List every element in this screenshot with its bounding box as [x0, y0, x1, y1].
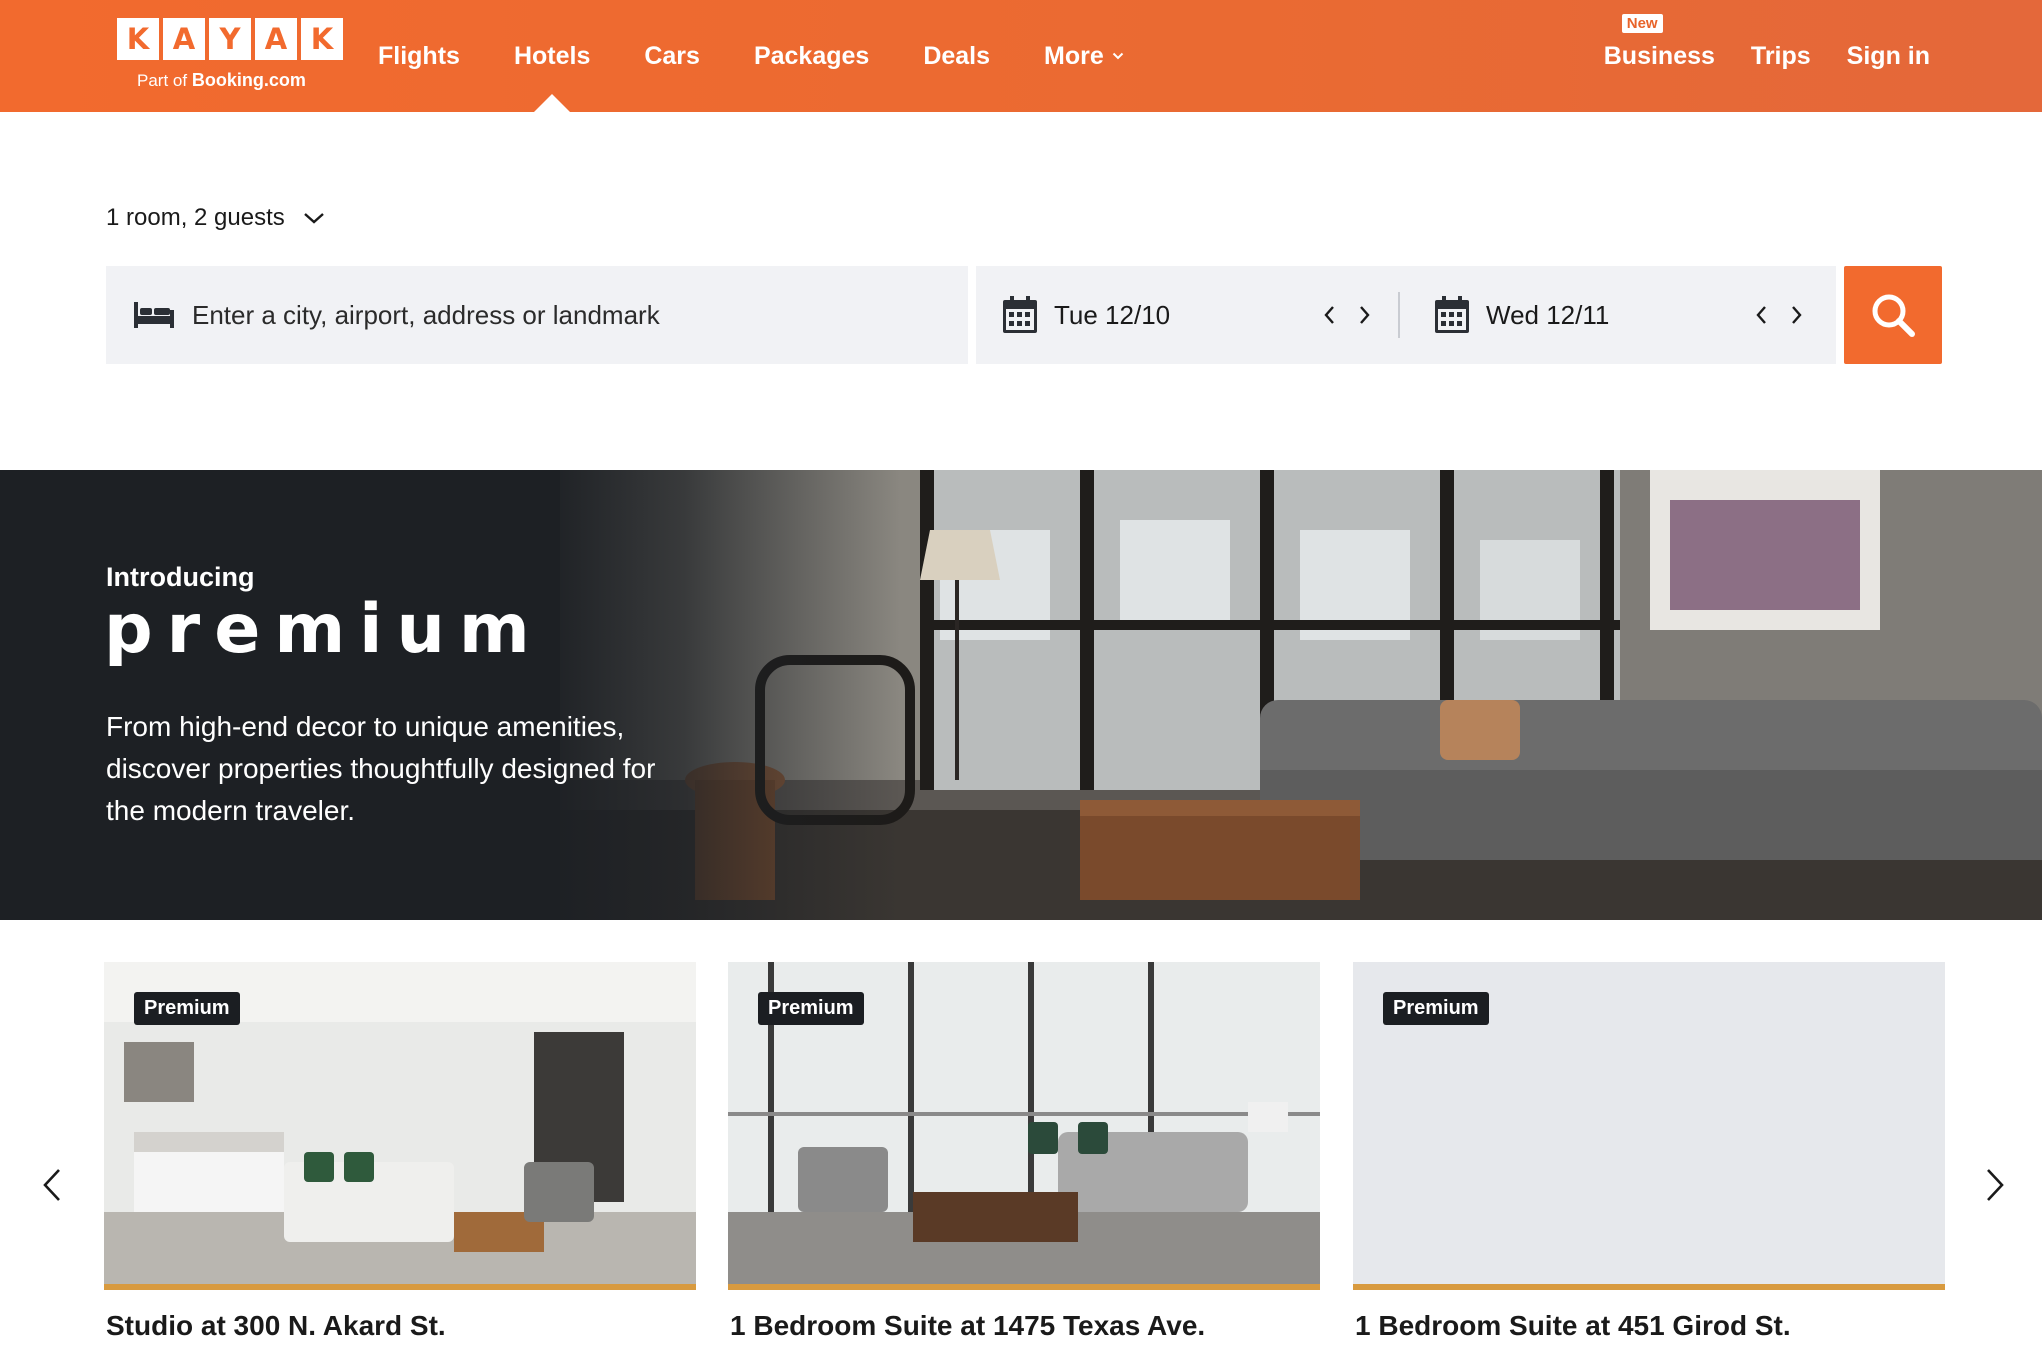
nav-cars[interactable]: Cars [644, 0, 700, 112]
nav-hotels[interactable]: Hotels [514, 0, 590, 112]
nav-sign-in-label: Sign in [1846, 41, 1930, 70]
nav-flights-label: Flights [378, 41, 460, 70]
chevron-left-icon [1756, 306, 1766, 324]
check-in-prev-button[interactable] [1320, 302, 1338, 328]
guests-label: 1 room, 2 guests [106, 204, 285, 231]
hero-title: premium [104, 590, 544, 669]
nav-more-label: More [1044, 41, 1104, 70]
check-in-next-button[interactable] [1356, 302, 1374, 328]
premium-hero-banner[interactable]: Introducing premium From high-end decor … [0, 470, 2042, 920]
calendar-icon [1435, 296, 1469, 333]
kayak-logo[interactable]: K A Y A K Part of Booking.com [117, 18, 344, 96]
destination-placeholder: Enter a city, airport, address or landma… [192, 299, 660, 330]
check-in-field[interactable]: Tue 12/10 [1002, 266, 1170, 364]
property-image: Premium [728, 962, 1320, 1284]
property-image: Premium [104, 962, 696, 1284]
logo-letter: K [117, 18, 159, 60]
chevron-down-icon [303, 213, 324, 224]
chevron-right-icon [1987, 1169, 2004, 1201]
logo-sub-prefix: Part of [137, 71, 188, 90]
check-in-arrows [1320, 302, 1374, 328]
premium-badge: Premium [758, 992, 864, 1025]
nav-cars-label: Cars [644, 41, 700, 70]
hero-intro: Introducing [106, 562, 255, 592]
guests-selector[interactable]: 1 room, 2 guests [106, 204, 325, 232]
nav-packages-label: Packages [753, 41, 870, 70]
nav-business-label: Business [1603, 41, 1715, 70]
nav-trips-label: Trips [1750, 41, 1811, 70]
nav-right: New Business Trips Sign in [1604, 0, 1930, 112]
hero-gradient [540, 470, 900, 920]
new-badge: New [1621, 14, 1663, 33]
top-header: K A Y A K Part of Booking.com Flights Ho… [0, 0, 2042, 112]
card-accent-bar [728, 1284, 1320, 1290]
logo-letter: K [301, 18, 343, 60]
main-nav: Flights Hotels Cars Packages Deals More [378, 0, 1178, 112]
nav-deals-label: Deals [923, 41, 991, 70]
property-image-placeholder: Premium [1353, 962, 1945, 1284]
premium-badge: Premium [1383, 992, 1489, 1025]
nav-trips[interactable]: Trips [1751, 0, 1811, 112]
chevron-right-icon [1360, 306, 1370, 324]
card-accent-bar [1353, 1284, 1945, 1290]
logo-sub-brand: Booking.com [191, 70, 306, 90]
nav-sign-in[interactable]: Sign in [1847, 0, 1930, 112]
nav-deals[interactable]: Deals [923, 0, 990, 112]
property-card[interactable]: Premium 1 Bedroom Suite at 1475 Texas Av… [728, 962, 1320, 1342]
chevron-left-icon [43, 1169, 60, 1201]
carousel-prev-button[interactable] [35, 1164, 69, 1206]
check-out-date: Wed 12/11 [1486, 299, 1610, 330]
nav-packages[interactable]: Packages [754, 0, 869, 112]
nav-business[interactable]: New Business [1604, 0, 1715, 112]
search-button[interactable] [1844, 266, 1942, 364]
search-icon [1872, 294, 1915, 337]
check-in-date: Tue 12/10 [1054, 299, 1171, 330]
chevron-down-icon [1112, 52, 1123, 60]
nav-more[interactable]: More [1044, 0, 1124, 112]
date-range: Tue 12/10 Wed 12/11 [976, 266, 1836, 364]
card-accent-bar [104, 1284, 696, 1290]
destination-input[interactable]: Enter a city, airport, address or landma… [106, 266, 968, 364]
check-out-arrows [1752, 302, 1806, 328]
date-divider [1398, 292, 1400, 338]
logo-letter: Y [209, 18, 251, 60]
nav-hotels-label: Hotels [513, 41, 591, 70]
chevron-left-icon [1324, 306, 1334, 324]
hero-description: From high-end decor to unique amenities,… [106, 711, 656, 826]
bed-icon [134, 302, 174, 328]
calendar-icon [1003, 296, 1037, 333]
premium-badge: Premium [134, 992, 240, 1025]
logo-letter: A [163, 18, 205, 60]
check-out-prev-button[interactable] [1752, 302, 1770, 328]
property-title: Studio at 300 N. Akard St. [106, 1310, 446, 1341]
property-title: 1 Bedroom Suite at 451 Girod St. [1355, 1310, 1791, 1341]
logo-letter: A [255, 18, 297, 60]
nav-flights[interactable]: Flights [378, 0, 460, 112]
property-card[interactable]: Premium 1 Bedroom Suite at 451 Girod St. [1353, 962, 1945, 1342]
check-out-next-button[interactable] [1788, 302, 1806, 328]
property-title: 1 Bedroom Suite at 1475 Texas Ave. [730, 1310, 1206, 1341]
logo-subtitle: Part of Booking.com [137, 70, 306, 91]
chevron-right-icon [1792, 306, 1802, 324]
check-out-field[interactable]: Wed 12/11 [1434, 266, 1609, 364]
property-card[interactable]: Premium Studio at 300 N. Akard St. [104, 962, 696, 1342]
carousel-next-button[interactable] [1978, 1164, 2012, 1206]
